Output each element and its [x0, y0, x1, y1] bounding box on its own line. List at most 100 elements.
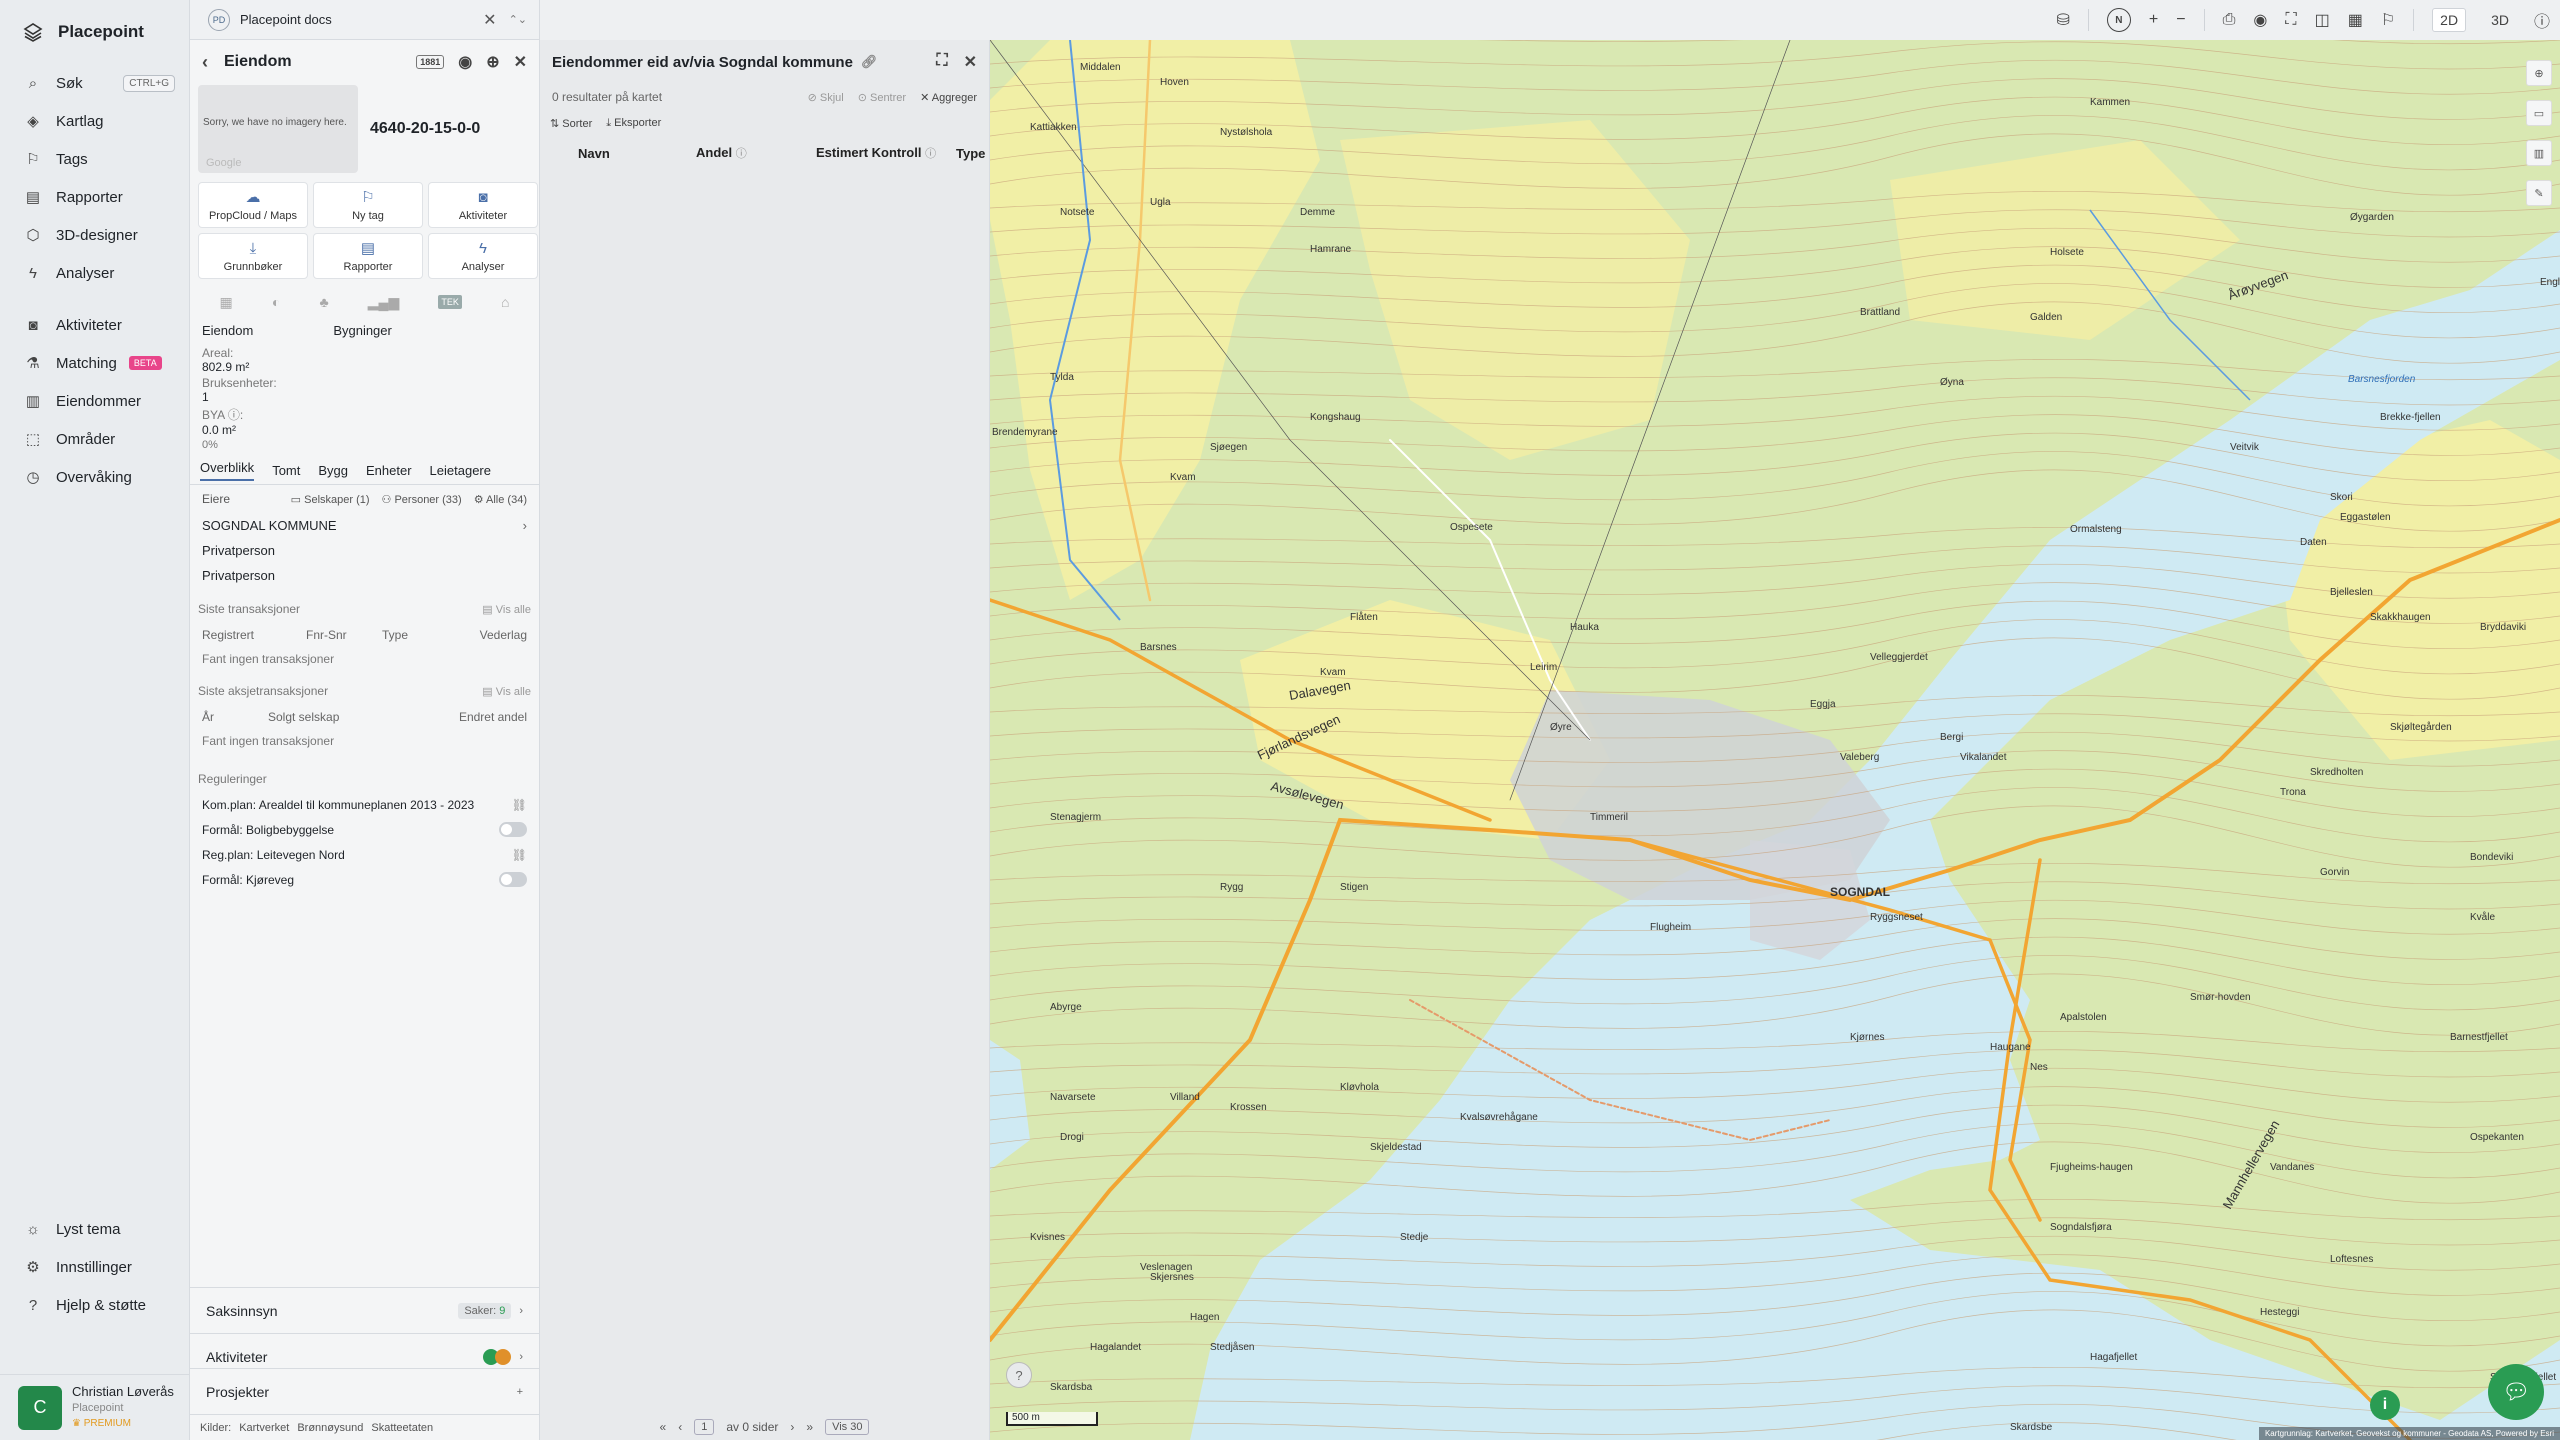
- close-icon[interactable]: ✕: [964, 52, 977, 72]
- info-button[interactable]: i: [2370, 1390, 2400, 1420]
- tab-enheter[interactable]: Enheter: [366, 463, 412, 478]
- mode-3d-button[interactable]: 3D: [2484, 9, 2516, 31]
- regulation-toggle[interactable]: [499, 822, 527, 837]
- aggregate-button[interactable]: ✕ Aggreger: [920, 91, 977, 104]
- filter-persons[interactable]: ⚇ Personer (33): [382, 493, 462, 506]
- nav-item-områder[interactable]: ⬚ Områder: [0, 420, 189, 458]
- house-icon[interactable]: ⌂: [501, 294, 509, 310]
- info-col-bygninger[interactable]: Bygninger: [333, 323, 392, 338]
- regulation-toggle[interactable]: [499, 872, 527, 887]
- user-card[interactable]: C Christian Løverås Placepoint ♛ PREMIUM: [0, 1374, 189, 1440]
- nav-item-eiendommer[interactable]: ▥ Eiendommer: [0, 382, 189, 420]
- last-page-icon[interactable]: »: [806, 1420, 813, 1434]
- action-analyser[interactable]: ϟ Analyser: [428, 233, 538, 279]
- tab-overblikk[interactable]: Overblikk: [200, 460, 255, 481]
- zoom-in-icon[interactable]: +: [2149, 11, 2158, 29]
- regulation-row[interactable]: Reg.plan: Leitevegen Nord ⛓: [190, 842, 539, 867]
- regulation-row[interactable]: Formål: Boligbebyggelse: [190, 817, 539, 842]
- nav-item-analyser[interactable]: ϟ Analyser: [0, 254, 189, 292]
- nav-item-søk[interactable]: ⌕ Søk CTRL+G: [0, 64, 189, 102]
- nav-item-innstillinger[interactable]: ⚙ Innstillinger: [0, 1248, 189, 1286]
- action-grunnbøker[interactable]: ⤓ Grunnbøker: [198, 233, 308, 279]
- tek-icon[interactable]: TEK: [438, 295, 462, 309]
- map-measure-button[interactable]: ▭: [2526, 100, 2552, 126]
- map-chart-button[interactable]: ▥: [2526, 140, 2552, 166]
- doc-tab[interactable]: PD Placepoint docs ✕ ⌃⌄: [190, 0, 539, 40]
- action-aktiviteter[interactable]: ◙ Aktiviteter: [428, 182, 538, 228]
- back-icon[interactable]: ‹: [202, 52, 208, 73]
- source-2[interactable]: Brønnøysund: [297, 1422, 363, 1434]
- filter-all[interactable]: ⚙ Alle (34): [474, 493, 527, 506]
- id-card-icon[interactable]: 1881: [416, 55, 445, 69]
- action-rapporter[interactable]: ▤ Rapporter: [313, 233, 423, 279]
- page-size-select[interactable]: Vis 30: [825, 1419, 870, 1435]
- grid-icon[interactable]: ▦: [2348, 10, 2363, 30]
- show-all-transactions[interactable]: ▤ Vis alle: [482, 603, 531, 616]
- show-all-stock-transactions[interactable]: ▤ Vis alle: [482, 685, 531, 698]
- nav-item-3d-designer[interactable]: ⬡ 3D-designer: [0, 216, 189, 254]
- street-view-placeholder[interactable]: Sorry, we have no imagery here. Google: [198, 85, 358, 173]
- export-button[interactable]: ⤓ Eksporter: [606, 117, 661, 130]
- filter-companies[interactable]: ▭ Selskaper (1): [291, 493, 370, 506]
- hide-button[interactable]: ⊘ Skjul: [808, 91, 844, 104]
- nav-item-rapporter[interactable]: ▤ Rapporter: [0, 178, 189, 216]
- nav-item-overvåking[interactable]: ◷ Overvåking: [0, 458, 189, 496]
- close-icon[interactable]: ✕: [483, 10, 496, 30]
- page-input[interactable]: 1: [694, 1419, 715, 1435]
- help-icon[interactable]: ?: [1006, 1362, 1032, 1388]
- prosjekter-section[interactable]: Prosjekter +: [190, 1368, 539, 1414]
- tab-leietagere[interactable]: Leietagere: [430, 463, 491, 478]
- map-layer-button[interactable]: ⊕: [2526, 60, 2552, 86]
- layers-stack-icon[interactable]: ⛁: [2057, 10, 2070, 30]
- regulation-row[interactable]: Kom.plan: Arealdel til kommuneplanen 201…: [190, 792, 539, 817]
- close-icon[interactable]: ✕: [514, 52, 527, 72]
- next-page-icon[interactable]: ›: [790, 1420, 794, 1434]
- zoom-out-icon[interactable]: −: [2176, 11, 2185, 29]
- owner-row[interactable]: Privatperson: [190, 538, 539, 563]
- compass-icon[interactable]: N: [2106, 8, 2131, 32]
- bars-icon[interactable]: ▂▄▆: [368, 294, 399, 311]
- center-button[interactable]: ⊙ Sentrer: [858, 91, 906, 104]
- prev-page-icon[interactable]: ‹: [678, 1420, 682, 1434]
- link-icon[interactable]: ⛓: [512, 848, 527, 862]
- nav-item-lyst-tema[interactable]: ☼ Lyst tema: [0, 1210, 189, 1248]
- brand[interactable]: Placepoint: [0, 0, 189, 64]
- nav-item-hjelp-støtte[interactable]: ? Hjelp & støtte: [0, 1286, 189, 1324]
- owner-row[interactable]: SOGNDAL KOMMUNE ›: [190, 513, 539, 538]
- add-circle-icon[interactable]: ⊕: [486, 52, 499, 72]
- eye-icon[interactable]: ◉: [458, 52, 472, 72]
- info-circle-icon[interactable]: ⓘ: [2534, 8, 2550, 32]
- nav-item-tags[interactable]: ⚐ Tags: [0, 140, 189, 178]
- topographic-map[interactable]: SOGNDAL Barsnesfjorden Dalavegen Fjørlan…: [990, 40, 2560, 1440]
- tab-bygg[interactable]: Bygg: [318, 463, 348, 478]
- chat-icon[interactable]: 💬︎: [2488, 1364, 2544, 1420]
- bookmark-icon[interactable]: ⚐: [2381, 10, 2395, 30]
- info-circle-icon[interactable]: ⓘ: [228, 408, 240, 422]
- nav-item-matching[interactable]: ⚗ Matching BETA: [0, 344, 189, 382]
- info-col-eiendom[interactable]: Eiendom: [202, 323, 253, 338]
- camera-icon[interactable]: ◫: [2315, 10, 2330, 30]
- tab-tomt[interactable]: Tomt: [272, 463, 300, 478]
- source-1[interactable]: Kartverket: [239, 1422, 289, 1434]
- map-canvas[interactable]: SOGNDAL Barsnesfjorden Dalavegen Fjørlan…: [990, 40, 2560, 1440]
- expand-icon[interactable]: ⛶: [936, 52, 947, 72]
- print-icon[interactable]: ⎙: [2223, 11, 2236, 29]
- col-navn[interactable]: Navn: [578, 146, 696, 161]
- saksinnsyn-section[interactable]: Saksinnsyn Saker: 9 ›: [190, 1287, 539, 1333]
- regulation-row[interactable]: Formål: Kjøreveg: [190, 867, 539, 892]
- source-3[interactable]: Skatteetaten: [371, 1422, 433, 1434]
- link-icon[interactable]: ⛓: [512, 798, 527, 812]
- col-type[interactable]: Type: [956, 146, 985, 161]
- action-propcloud-maps[interactable]: ☁ PropCloud / Maps: [198, 182, 308, 228]
- plant-icon[interactable]: ♣: [319, 294, 328, 310]
- nav-item-kartlag[interactable]: ◈ Kartlag: [0, 102, 189, 140]
- add-project[interactable]: +: [517, 1386, 523, 1398]
- link-icon[interactable]: 🔗︎: [861, 54, 878, 70]
- owner-row[interactable]: Privatperson: [190, 563, 539, 588]
- col-andel[interactable]: Andel ⓘ: [696, 145, 816, 161]
- fullscreen-icon[interactable]: ⛶: [2285, 11, 2296, 29]
- action-ny-tag[interactable]: ⚐ Ny tag: [313, 182, 423, 228]
- eye-icon[interactable]: ◉: [2253, 10, 2267, 30]
- mode-2d-button[interactable]: 2D: [2432, 8, 2467, 32]
- sort-button[interactable]: ⇅ Sorter: [550, 117, 592, 130]
